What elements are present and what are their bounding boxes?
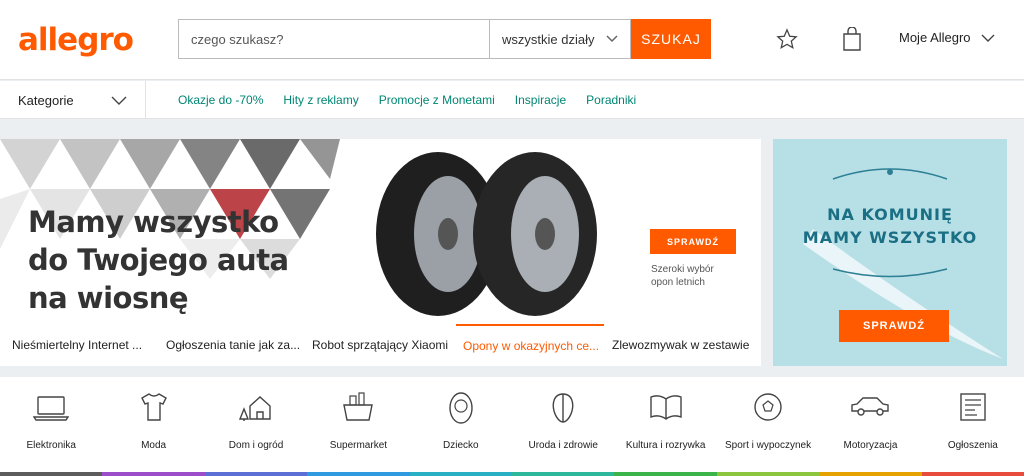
- category-sport[interactable]: Sport i wypoczynek: [716, 377, 820, 476]
- category-label: Uroda i zdrowie: [528, 440, 598, 451]
- header: allegro wszystkie działy SZUKAJ Moje All…: [0, 0, 1024, 80]
- department-select-label: wszystkie działy: [502, 31, 595, 47]
- category-label: Kultura i rozrywka: [625, 440, 706, 451]
- side-banner-headline: NA KOMUNIĘ MAMY WSZYSTKO: [773, 203, 1007, 249]
- banner-tab[interactable]: Zlewozmywak w zestawie: [604, 324, 761, 366]
- banner-tab[interactable]: Ogłoszenia tanie jak za...: [152, 324, 300, 366]
- category-strip: Elektronika Moda Dom i ogród Supermarket…: [0, 377, 1024, 476]
- category-color-bar: [614, 472, 717, 476]
- category-color-bar: [102, 472, 205, 476]
- star-icon[interactable]: [776, 28, 798, 50]
- banner-tab[interactable]: Nieśmiertelny Internet ...: [0, 324, 152, 366]
- chevron-down-icon: [981, 34, 995, 42]
- nav-links: Okazje do -70% Hity z reklamy Promocje z…: [178, 81, 656, 119]
- category-color-bar: [716, 472, 820, 476]
- category-color-bar: [921, 472, 1024, 476]
- book-icon: [649, 395, 682, 420]
- allegro-logo[interactable]: allegro: [18, 22, 134, 58]
- note-line: opon letnich: [651, 277, 705, 288]
- category-label: Ogłoszenia: [947, 440, 998, 451]
- category-label: Elektronika: [26, 440, 76, 451]
- category-moda[interactable]: Moda: [102, 377, 205, 476]
- category-color-bar: [512, 472, 615, 476]
- category-label: Moda: [141, 440, 167, 451]
- banner-tab-active[interactable]: Opony w okazyjnych ce...: [456, 324, 604, 366]
- category-dom-i-ogrod[interactable]: Dom i ogród: [204, 377, 308, 476]
- side-headline-line: MAMY WSZYSTKO: [802, 228, 978, 247]
- shopping-bag-icon[interactable]: [843, 27, 861, 51]
- category-label: Motoryzacja: [843, 440, 898, 451]
- categories-label: Kategorie: [18, 92, 74, 108]
- category-color-bar: [0, 472, 103, 476]
- banner-tabs: Nieśmiertelny Internet ... Ogłoszenia ta…: [0, 324, 761, 366]
- category-label: Supermarket: [329, 440, 388, 451]
- banner-note: Szeroki wybór opon letnich: [651, 263, 741, 289]
- category-label: Sport i wypoczynek: [724, 440, 812, 451]
- category-label: Dziecko: [443, 440, 479, 451]
- category-label: Dom i ogród: [228, 440, 284, 451]
- category-kultura[interactable]: Kultura i rozrywka: [614, 377, 717, 476]
- main-banner[interactable]: Mamy wszystko do Twojego auta na wiosnę …: [0, 139, 761, 366]
- search-input[interactable]: [178, 19, 489, 59]
- category-supermarket[interactable]: Supermarket: [307, 377, 410, 476]
- basket-icon: [343, 392, 374, 421]
- laptop-icon: [33, 396, 70, 421]
- side-banner[interactable]: NA KOMUNIĘ MAMY WSZYSTKO SPRAWDŹ: [773, 139, 1007, 366]
- headline-line: do Twojego auta: [28, 243, 289, 277]
- search-bar: wszystkie działy SZUKAJ: [178, 19, 711, 59]
- tshirt-icon: [140, 393, 167, 421]
- headline-line: na wiosnę: [28, 281, 189, 315]
- house-icon: [238, 396, 271, 421]
- banner-cta-button[interactable]: SPRAWDŹ: [650, 229, 736, 254]
- ball-icon: [754, 393, 782, 421]
- nav-link-hity[interactable]: Hity z reklamy: [283, 93, 358, 107]
- department-select[interactable]: wszystkie działy: [489, 19, 631, 59]
- headline-line: Mamy wszystko: [28, 205, 279, 239]
- face-icon: [552, 393, 574, 423]
- nav-link-poradniki[interactable]: Poradniki: [586, 93, 636, 107]
- category-color-bar: [409, 472, 513, 476]
- car-icon: [851, 397, 890, 416]
- side-headline-line: NA KOMUNIĘ: [827, 205, 953, 224]
- category-motoryzacja[interactable]: Motoryzacja: [819, 377, 922, 476]
- chevron-down-icon: [606, 35, 618, 43]
- categories-dropdown[interactable]: Kategorie: [0, 81, 146, 119]
- account-label: Moje Allegro: [899, 30, 971, 45]
- account-menu[interactable]: Moje Allegro: [899, 30, 995, 45]
- category-color-bar: [307, 472, 410, 476]
- category-color-bar: [204, 472, 308, 476]
- category-dziecko[interactable]: Dziecko: [409, 377, 513, 476]
- nav-link-promocje[interactable]: Promocje z Monetami: [379, 93, 495, 107]
- category-ogloszenia[interactable]: Ogłoszenia: [921, 377, 1024, 476]
- nav-link-inspiracje[interactable]: Inspiracje: [515, 93, 566, 107]
- side-banner-cta-button[interactable]: SPRAWDŹ: [839, 310, 949, 342]
- baby-icon: [449, 392, 473, 424]
- category-color-bar: [819, 472, 922, 476]
- note-line: Szeroki wybór: [651, 264, 714, 275]
- search-button[interactable]: SZUKAJ: [631, 19, 711, 59]
- nav-link-okazje[interactable]: Okazje do -70%: [178, 93, 263, 107]
- category-elektronika[interactable]: Elektronika: [0, 377, 103, 476]
- category-uroda[interactable]: Uroda i zdrowie: [512, 377, 615, 476]
- newspaper-icon: [960, 393, 986, 421]
- banner-tab[interactable]: Robot sprzątający Xiaomi: [300, 324, 456, 366]
- nav-bar: Kategorie Okazje do -70% Hity z reklamy …: [0, 81, 1024, 119]
- banner-headline: Mamy wszystko do Twojego auta na wiosnę: [28, 203, 289, 317]
- chevron-down-icon: [111, 96, 127, 105]
